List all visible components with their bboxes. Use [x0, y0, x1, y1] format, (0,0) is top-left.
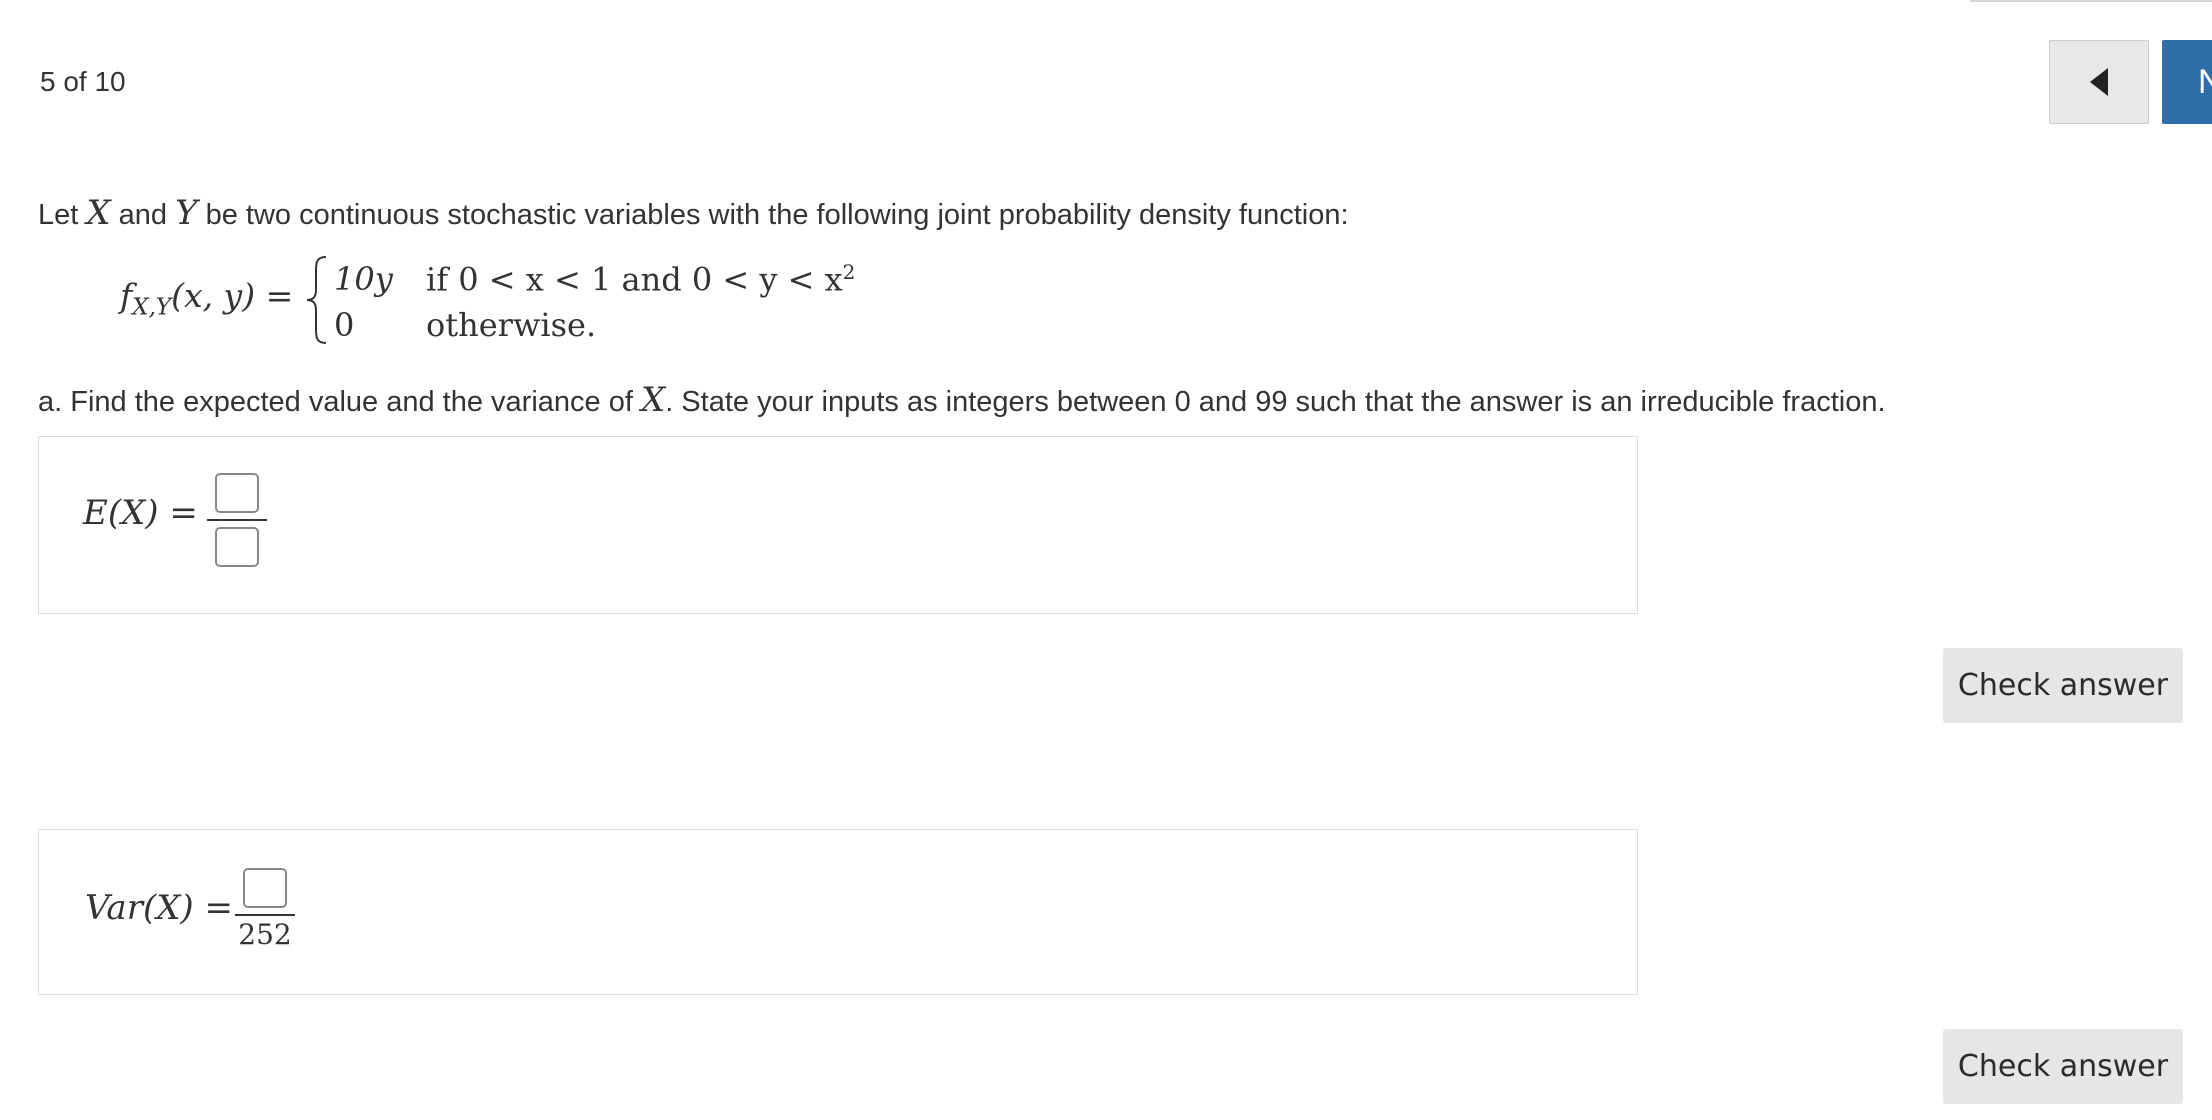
pdf-lhs: fX,Y(x, y) = [120, 276, 293, 321]
variable-y: Y [175, 193, 198, 233]
variance-denominator: 252 [238, 918, 292, 951]
question-text-end: . State your inputs as integers between … [665, 386, 1886, 418]
problem-intro: Let X and Y be two continuous stochastic… [38, 193, 1349, 233]
expected-value-fraction [207, 473, 267, 573]
triangle-left-icon [2090, 68, 2108, 96]
top-divider [1970, 0, 2212, 2]
expected-value-numerator-input[interactable] [215, 473, 259, 513]
previous-button[interactable] [2049, 40, 2149, 124]
variable-x: X [86, 193, 111, 233]
case1-condition-exponent: 2 [842, 260, 856, 284]
pdf-arguments: (x, y) = [171, 276, 294, 315]
case1-condition-text: if 0 < x < 1 and 0 < y < x [426, 260, 843, 299]
question-text-start: a. Find the expected value and the varia… [38, 386, 641, 418]
variance-label: Var(X) = [85, 888, 233, 928]
fraction-bar [207, 519, 267, 521]
case2-value: 0 [334, 306, 355, 344]
case1-condition: if 0 < x < 1 and 0 < y < x2 [426, 260, 855, 299]
case2-condition: otherwise. [426, 306, 597, 344]
case1-value: 10y [334, 260, 393, 298]
question-a: a. Find the expected value and the varia… [38, 380, 1886, 420]
variance-numerator-input[interactable] [243, 868, 287, 908]
next-button[interactable]: N [2162, 40, 2212, 124]
variance-fraction: 252 [235, 868, 295, 968]
intro-text-start: Let [38, 199, 87, 231]
intro-text-and: and [110, 199, 176, 231]
expected-value-answer-box: E(X) = [38, 436, 1638, 614]
check-answer-button-variance[interactable]: Check answer [1943, 1029, 2183, 1104]
left-brace-icon [306, 256, 327, 344]
variance-answer-box: Var(X) = 252 [38, 829, 1638, 995]
question-variable-x: X [640, 380, 666, 420]
fraction-bar [235, 914, 295, 916]
expected-value-label: E(X) = [83, 493, 198, 533]
intro-text-end: be two continuous stochastic variables w… [197, 199, 1349, 231]
expected-value-denominator-input[interactable] [215, 527, 259, 567]
pdf-subscript: X,Y [132, 294, 172, 321]
pdf-name: f [120, 276, 133, 315]
check-answer-button-expected-value[interactable]: Check answer [1943, 648, 2183, 723]
question-progress: 5 of 10 [40, 66, 126, 97]
